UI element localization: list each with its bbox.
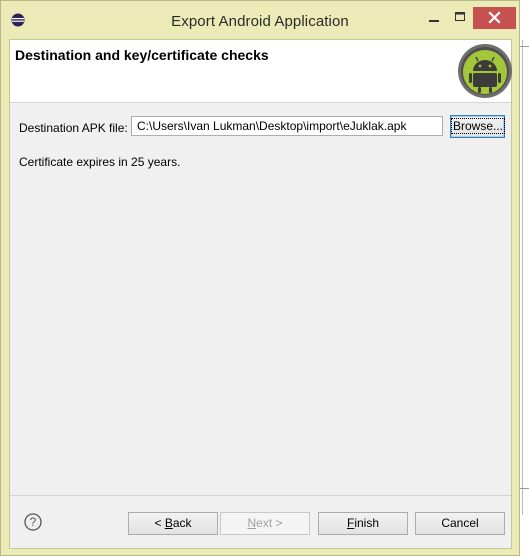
android-logo-icon: [457, 43, 513, 99]
background-edge-line: [522, 40, 523, 515]
destination-apk-label: Destination APK file:: [19, 121, 128, 135]
cancel-button[interactable]: Cancel: [415, 512, 505, 535]
next-button[interactable]: Next >: [220, 512, 310, 535]
page-title: Destination and key/certificate checks: [15, 47, 269, 63]
minimize-button[interactable]: [421, 7, 447, 29]
browse-button[interactable]: Browse...: [450, 115, 506, 138]
next-label-rest: ext >: [256, 516, 283, 530]
back-prefix: <: [154, 516, 165, 530]
close-button[interactable]: [473, 7, 516, 29]
bottom-divider: [10, 495, 511, 496]
dialog-content: Destination and key/certificate checks D…: [9, 39, 512, 549]
back-label-rest: ack: [172, 516, 192, 530]
help-icon[interactable]: ?: [24, 513, 42, 531]
svg-text:?: ?: [30, 515, 37, 529]
wizard-header: Destination and key/certificate checks: [10, 40, 513, 103]
background-edge-tick: [520, 46, 529, 47]
destination-apk-input[interactable]: [131, 116, 443, 136]
back-mnemonic: B: [164, 516, 173, 530]
finish-label-rest: inish: [354, 516, 380, 530]
next-mnemonic: N: [247, 516, 257, 530]
title-bar[interactable]: Export Android Application: [1, 1, 519, 39]
export-dialog-window: Export Android Application Destination a…: [0, 0, 520, 556]
certificate-status: Certificate expires in 25 years.: [19, 155, 181, 169]
finish-button[interactable]: Finish: [318, 512, 408, 535]
browse-button-label: Browse...: [451, 118, 506, 134]
back-button[interactable]: < Back: [128, 512, 218, 535]
maximize-button[interactable]: [447, 7, 473, 29]
background-edge-tick: [520, 488, 529, 489]
